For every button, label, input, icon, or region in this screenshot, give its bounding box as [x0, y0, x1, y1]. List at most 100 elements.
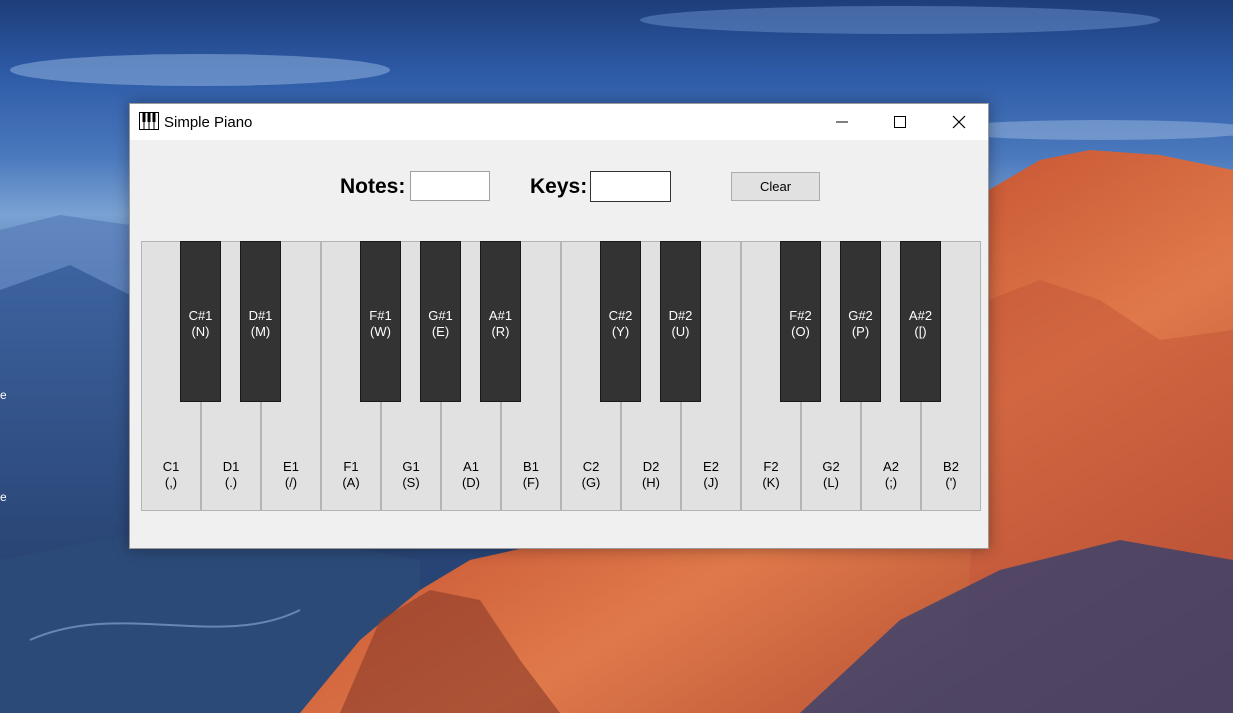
- note-name: A1: [463, 459, 479, 474]
- white-key-label: G1 (S): [382, 459, 440, 491]
- keyboard-shortcut: (N): [191, 324, 210, 339]
- keyboard-shortcut: (;): [884, 475, 898, 490]
- clear-button[interactable]: Clear: [731, 172, 820, 201]
- black-key-c-sharp1[interactable]: C#1 (N): [180, 241, 221, 402]
- note-name: F#2: [789, 308, 812, 323]
- keyboard-shortcut: (J): [703, 475, 719, 490]
- note-name: E1: [283, 459, 299, 474]
- note-name: G#1: [428, 308, 453, 323]
- white-key-label: A1 (D): [442, 459, 500, 491]
- keyboard-shortcut: (O): [791, 324, 810, 339]
- keyboard-shortcut: (.): [224, 475, 238, 490]
- note-name: C1: [162, 459, 180, 474]
- keyboard-shortcut: (/): [284, 475, 298, 490]
- note-name: G2: [822, 459, 840, 474]
- keyboard-shortcut: (M): [250, 324, 271, 339]
- notes-field[interactable]: [410, 171, 490, 201]
- note-name: B1: [523, 459, 539, 474]
- keyboard-shortcut: (G): [581, 475, 601, 490]
- keyboard-shortcut: (K): [762, 475, 780, 490]
- white-key-label: D2 (H): [622, 459, 680, 491]
- keyboard-shortcut: (A): [342, 475, 360, 490]
- white-key-label: C2 (G): [562, 459, 620, 491]
- maximize-button[interactable]: [871, 104, 929, 140]
- note-name: C2: [582, 459, 600, 474]
- black-key-f-sharp2[interactable]: F#2 (O): [780, 241, 821, 402]
- note-name: A#1: [488, 308, 513, 323]
- keyboard-shortcut: (E): [431, 324, 450, 339]
- keyboard-shortcut: (H): [641, 475, 661, 490]
- note-name: D#2: [668, 308, 693, 323]
- keyboard-shortcut: (,): [164, 475, 178, 490]
- window-title: Simple Piano: [164, 114, 253, 131]
- note-name: E2: [703, 459, 719, 474]
- note-name: C#2: [608, 308, 633, 323]
- keys-label: Keys:: [530, 175, 588, 198]
- notes-label: Notes:: [340, 175, 406, 198]
- keyboard-shortcut: (Y): [611, 324, 630, 339]
- maximize-icon: [894, 116, 906, 128]
- black-key-a-sharp1[interactable]: A#1 (R): [480, 241, 521, 402]
- desktop-icon-label-fragment[interactable]: e: [0, 389, 6, 401]
- note-name: G#2: [848, 308, 873, 323]
- minimize-button[interactable]: [813, 104, 871, 140]
- note-name: G1: [402, 459, 420, 474]
- black-key-label: F#2 (O): [781, 308, 820, 340]
- close-button[interactable]: [930, 104, 988, 140]
- note-name: D2: [642, 459, 660, 474]
- black-key-label: G#1 (E): [421, 308, 460, 340]
- black-key-label: A#1 (R): [481, 308, 520, 340]
- note-name: F1: [343, 459, 359, 474]
- white-key-label: E2 (J): [682, 459, 740, 491]
- keyboard-shortcut: (F): [522, 475, 540, 490]
- keyboard-shortcut: (W): [370, 324, 391, 339]
- black-key-a-sharp2[interactable]: A#2([): [900, 241, 941, 402]
- note-name: F2: [763, 459, 779, 474]
- white-key-label: B1 (F): [502, 459, 560, 491]
- white-key-label: G2 (L): [802, 459, 860, 491]
- black-key-f-sharp1[interactable]: F#1 (W): [360, 241, 401, 402]
- black-key-label: G#2 (P): [841, 308, 880, 340]
- piano-keyboard: C1 (,) D1 (.) E1 (/) F1 (A) G1 (S) A1 (D) B1 (F) C2 (G)…: [141, 241, 981, 511]
- note-name: A2: [883, 459, 899, 474]
- keyboard-shortcut: (R): [491, 324, 510, 339]
- white-key-label: F2 (K): [742, 459, 800, 491]
- keyboard-shortcut: (U): [671, 324, 690, 339]
- note-name: F#1: [369, 308, 392, 323]
- close-icon: [952, 115, 966, 129]
- white-key-label: D1 (.): [202, 459, 260, 491]
- minimize-icon: [836, 121, 848, 123]
- black-key-label: D#1 (M): [241, 308, 280, 340]
- white-key-label: B2 ('): [922, 459, 980, 491]
- black-key-label: A#2([): [901, 308, 940, 340]
- black-key-label: C#1 (N): [181, 308, 220, 340]
- keyboard-shortcut: (L): [823, 475, 839, 490]
- black-key-d-sharp2[interactable]: D#2 (U): [660, 241, 701, 402]
- keyboard-shortcut: (D): [461, 475, 481, 490]
- keyboard-shortcut: (S): [402, 475, 420, 490]
- black-key-label: C#2 (Y): [601, 308, 640, 340]
- note-name: C#1: [188, 308, 213, 323]
- keyboard-shortcut: ('): [945, 475, 957, 490]
- note-name: B2: [943, 459, 959, 474]
- simple-piano-window: Simple Piano Notes: Keys: Clear C1 (,) D1(…: [129, 103, 989, 549]
- keyboard-shortcut: (P): [851, 324, 870, 339]
- white-key-label: E1 (/): [262, 459, 320, 491]
- black-key-c-sharp2[interactable]: C#2 (Y): [600, 241, 641, 402]
- white-key-label: F1 (A): [322, 459, 380, 491]
- black-key-d-sharp1[interactable]: D#1 (M): [240, 241, 281, 402]
- black-key-label: F#1 (W): [361, 308, 400, 340]
- keys-field[interactable]: [590, 171, 671, 202]
- white-key-label: A2 (;): [862, 459, 920, 491]
- piano-icon: [139, 112, 159, 130]
- note-name: D#1: [248, 308, 273, 323]
- desktop-icon-label-fragment[interactable]: e: [0, 491, 6, 503]
- keyboard-shortcut: ([): [914, 324, 927, 339]
- black-key-g-sharp2[interactable]: G#2 (P): [840, 241, 881, 402]
- note-name: A#2: [908, 308, 933, 323]
- black-key-label: D#2 (U): [661, 308, 700, 340]
- note-name: D1: [222, 459, 240, 474]
- title-bar[interactable]: Simple Piano: [130, 104, 988, 140]
- black-key-g-sharp1[interactable]: G#1 (E): [420, 241, 461, 402]
- white-key-label: C1 (,): [142, 459, 200, 491]
